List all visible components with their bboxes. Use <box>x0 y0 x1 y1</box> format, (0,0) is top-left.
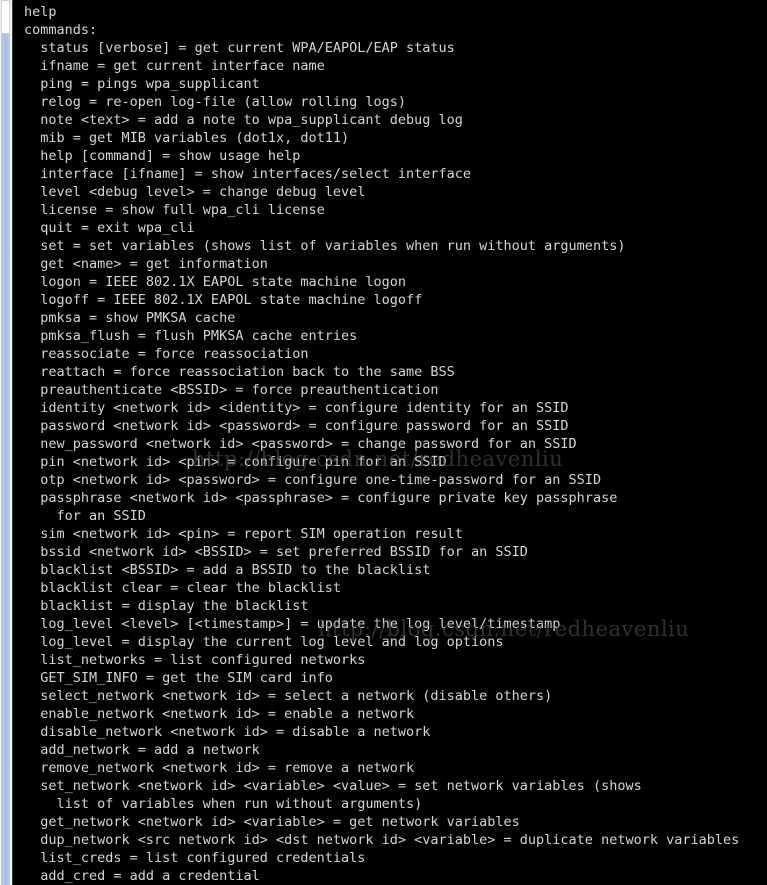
terminal-line: get <name> = get information <box>24 256 268 272</box>
terminal-line: sim <network id> <pin> = report SIM oper… <box>24 526 463 542</box>
terminal-line: quit = exit wpa_cli <box>24 220 195 236</box>
terminal-line: bssid <network id> <BSSID> = set preferr… <box>24 544 528 560</box>
terminal-window: help commands: status [verbose] = get cur… <box>0 0 767 885</box>
terminal-line: license = show full wpa_cli license <box>24 202 325 218</box>
terminal-line: blacklist <BSSID> = add a BSSID to the b… <box>24 562 431 578</box>
terminal-line: commands: <box>24 22 98 38</box>
console-output[interactable]: help commands: status [verbose] = get cur… <box>13 0 767 885</box>
terminal-line: ping = pings wpa_supplicant <box>24 76 260 92</box>
terminal-line: list_creds = list configured credentials <box>24 850 366 866</box>
terminal-line: enable_network <network id> = enable a n… <box>24 706 415 722</box>
terminal-line: password <network id> <password> = confi… <box>24 418 569 434</box>
terminal-line: blacklist = display the blacklist <box>24 598 309 614</box>
terminal-line: new_password <network id> <password> = c… <box>24 436 577 452</box>
terminal-line: note <text> = add a note to wpa_supplica… <box>24 112 463 128</box>
terminal-line: otp <network id> <password> = configure … <box>24 472 602 488</box>
terminal-line: select_network <network id> = select a n… <box>24 688 553 704</box>
terminal-line: log_level <level> [<timestamp>] = update… <box>24 616 561 632</box>
terminal-line: help <box>24 4 57 20</box>
vertical-scrollbar[interactable] <box>0 0 13 885</box>
terminal-line: set_network <network id> <variable> <val… <box>24 778 642 794</box>
terminal-line: disable_network <network id> = disable a… <box>24 724 431 740</box>
terminal-line: log_level = display the current log leve… <box>24 634 504 650</box>
terminal-line: get_network <network id> <variable> = ge… <box>24 814 520 830</box>
terminal-line: passphrase <network id> <passphrase> = c… <box>24 490 618 506</box>
terminal-line: blacklist clear = clear the blacklist <box>24 580 341 596</box>
scrollbar-thumb[interactable] <box>1 0 10 34</box>
terminal-line: interface [ifname] = show interfaces/sel… <box>24 166 472 182</box>
terminal-line: add_network = add a network <box>24 742 260 758</box>
terminal-line: status [verbose] = get current WPA/EAPOL… <box>24 40 455 56</box>
terminal-line: pmksa_flush = flush PMKSA cache entries <box>24 328 358 344</box>
terminal-line: reattach = force reassociation back to t… <box>24 364 455 380</box>
terminal-line: identity <network id> <identity> = confi… <box>24 400 569 416</box>
terminal-line: for an SSID <box>24 508 146 524</box>
terminal-line: ifname = get current interface name <box>24 58 325 74</box>
terminal-line: list of variables when run without argum… <box>24 796 423 812</box>
terminal-line: reassociate = force reassociation <box>24 346 309 362</box>
terminal-line: logon = IEEE 802.1X EAPOL state machine … <box>24 274 407 290</box>
terminal-line: dup_network <src network id> <dst networ… <box>24 832 740 848</box>
terminal-line: add_cred = add a credential <box>24 868 260 884</box>
terminal-line: relog = re-open log-file (allow rolling … <box>24 94 407 110</box>
terminal-line: set = set variables (shows list of varia… <box>24 238 626 254</box>
terminal-line: help [command] = show usage help <box>24 148 301 164</box>
terminal-line: logoff = IEEE 802.1X EAPOL state machine… <box>24 292 423 308</box>
terminal-line: level <debug level> = change debug level <box>24 184 366 200</box>
terminal-line: mib = get MIB variables (dot1x, dot11) <box>24 130 350 146</box>
terminal-line: pin <network id> <pin> = configure pin f… <box>24 454 447 470</box>
terminal-line: pmksa = show PMKSA cache <box>24 310 236 326</box>
scrollbar-lower-region[interactable] <box>1 34 10 885</box>
terminal-line: list_networks = list configured networks <box>24 652 366 668</box>
terminal-line: GET_SIM_INFO = get the SIM card info <box>24 670 333 686</box>
terminal-line: preauthenticate <BSSID> = force preauthe… <box>24 382 439 398</box>
terminal-line: remove_network <network id> = remove a n… <box>24 760 415 776</box>
